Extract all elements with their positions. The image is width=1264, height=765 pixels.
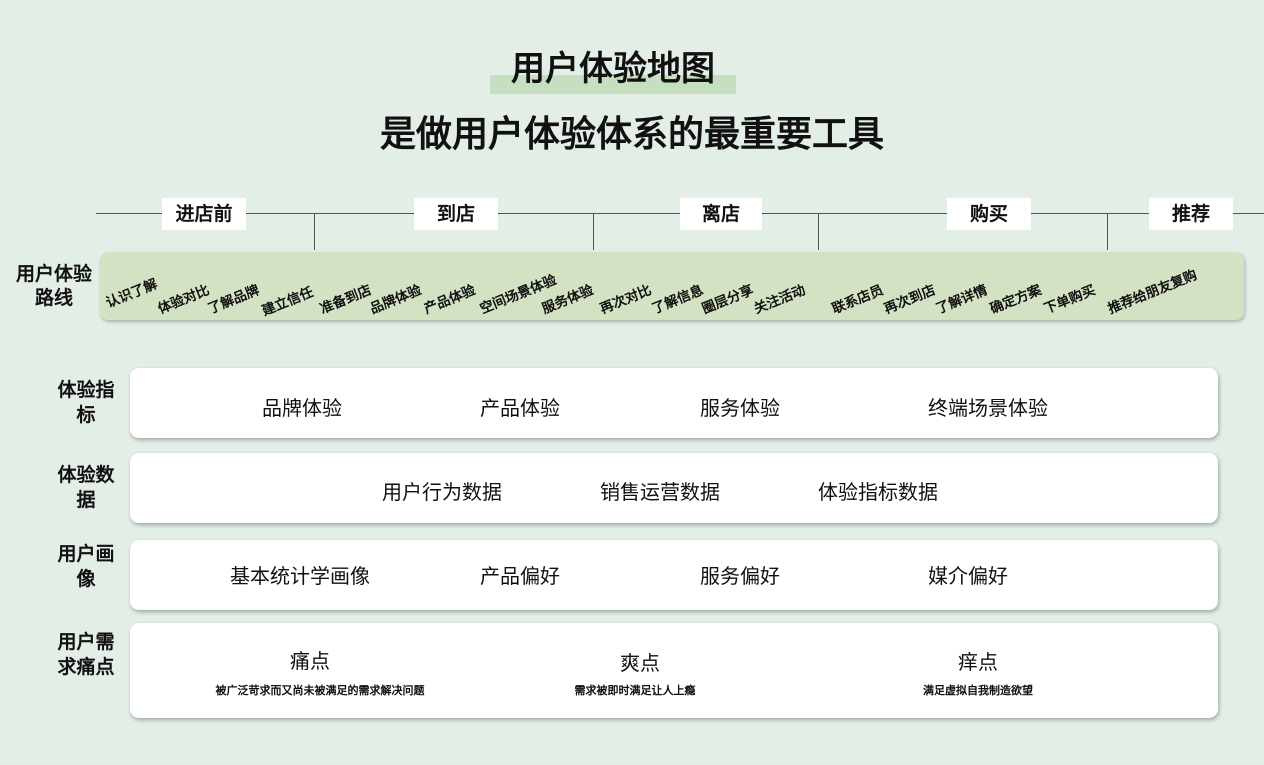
- row-label-needs: 用户需求痛点: [57, 631, 115, 678]
- persona-item: 产品偏好: [480, 564, 560, 588]
- stage-purchase: 购买: [947, 198, 1031, 230]
- data-item: 销售运营数据: [600, 480, 720, 504]
- persona-item: 基本统计学画像: [230, 564, 370, 588]
- row-label-metrics: 体验指标: [57, 379, 115, 426]
- itch-point-title: 痒点: [958, 650, 998, 674]
- persona-item: 服务偏好: [700, 564, 780, 588]
- stage-recommend: 推荐: [1149, 198, 1233, 230]
- timeline-divider: [593, 213, 594, 250]
- route-label: 用户体验路线: [16, 263, 93, 309]
- metrics-item: 产品体验: [480, 396, 560, 420]
- map-subtitle: 是做用户体验体系的最重要工具: [379, 114, 884, 155]
- delight-point-desc: 需求被即时满足让人上瘾: [574, 684, 696, 697]
- stage-leave-store: 离店: [680, 198, 762, 230]
- persona-item: 媒介偏好: [928, 564, 1008, 588]
- pain-point-title: 痛点: [290, 649, 330, 673]
- data-item: 用户行为数据: [382, 480, 502, 504]
- timeline-divider: [1107, 213, 1108, 250]
- row-label-data: 体验数据: [57, 464, 115, 511]
- row-label-persona: 用户画像: [57, 543, 115, 590]
- stage-before-store: 进店前: [162, 198, 246, 230]
- timeline-divider: [314, 213, 315, 250]
- timeline-divider: [818, 213, 819, 250]
- pain-point-desc: 被广泛苛求而又尚未被满足的需求解决问题: [215, 684, 425, 697]
- data-item: 体验指标数据: [818, 480, 938, 504]
- itch-point-desc: 满足虚拟自我制造欲望: [923, 684, 1033, 697]
- map-title: 用户体验地图: [490, 44, 736, 94]
- metrics-item: 品牌体验: [262, 396, 342, 420]
- stage-in-store: 到店: [414, 198, 498, 230]
- delight-point-title: 爽点: [620, 651, 660, 675]
- metrics-item: 服务体验: [700, 396, 780, 420]
- metrics-item: 终端场景体验: [928, 396, 1048, 420]
